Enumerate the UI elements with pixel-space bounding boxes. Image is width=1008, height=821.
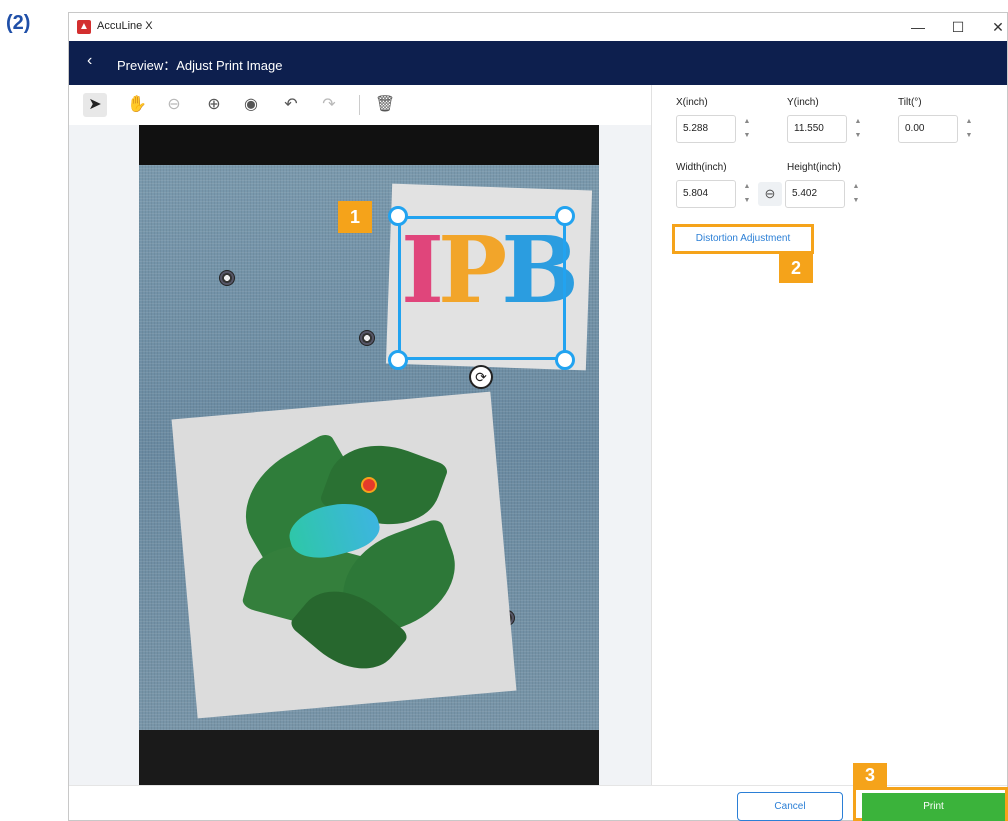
decrement-icon[interactable]: ▼: [738, 129, 756, 143]
increment-icon[interactable]: ▲: [738, 180, 756, 194]
redo-icon[interactable]: ↷: [317, 93, 341, 117]
undo-icon[interactable]: ↶: [279, 93, 303, 117]
x-label: X(inch): [676, 97, 708, 108]
tilt-input[interactable]: 0.00: [898, 115, 958, 143]
y-input[interactable]: 11.550: [787, 115, 847, 143]
page-header: ‹ Preview：Adjust Print Image: [69, 41, 1007, 85]
minimize-button[interactable]: —: [903, 16, 933, 38]
app-window: ▲ AccuLine X — ☐ ✕ ‹ Preview：Adjust Prin…: [68, 12, 1008, 821]
bed-screw: [359, 330, 375, 346]
callout-marker-2: 2: [779, 253, 813, 283]
increment-icon[interactable]: ▲: [847, 180, 865, 194]
bed-top-edge: [139, 125, 599, 165]
title-bar: ▲ AccuLine X — ☐ ✕: [69, 13, 1007, 41]
maximize-button[interactable]: ☐: [943, 16, 973, 38]
height-stepper[interactable]: ▲ ▼: [847, 180, 865, 208]
bed-screw: [219, 270, 235, 286]
height-label: Height(inch): [787, 162, 841, 173]
app-title: AccuLine X: [97, 20, 153, 32]
increment-icon[interactable]: ▲: [960, 115, 978, 129]
canvas-toolbar: ➤ ✋ ⊖ ⊕ ◉ ↶ ↷ 🗑: [69, 85, 651, 125]
resize-handle-top-right[interactable]: [555, 206, 575, 226]
app-logo-icon: ▲: [77, 20, 91, 34]
close-button[interactable]: ✕: [983, 16, 1007, 38]
print-button[interactable]: Print: [862, 793, 1005, 821]
print-button-highlight: Print: [853, 787, 1008, 821]
resize-handle-top-left[interactable]: [388, 206, 408, 226]
toolbar-divider: [359, 95, 360, 115]
step-number-label: (2): [6, 12, 31, 34]
pan-hand-icon[interactable]: ✋: [125, 93, 149, 117]
increment-icon[interactable]: ▲: [738, 115, 756, 129]
height-input[interactable]: 5.402: [785, 180, 845, 208]
y-stepper[interactable]: ▲ ▼: [849, 115, 867, 143]
width-label: Width(inch): [676, 162, 727, 173]
y-label: Y(inch): [787, 97, 819, 108]
decrement-icon[interactable]: ▼: [849, 129, 867, 143]
selection-box[interactable]: [398, 216, 566, 360]
decrement-icon[interactable]: ▼: [847, 194, 865, 208]
width-stepper[interactable]: ▲ ▼: [738, 180, 756, 208]
width-input[interactable]: 5.804: [676, 180, 736, 208]
page-title: Preview：Adjust Print Image: [117, 58, 283, 73]
tilt-stepper[interactable]: ▲ ▼: [960, 115, 978, 143]
increment-icon[interactable]: ▲: [849, 115, 867, 129]
delete-trash-icon[interactable]: 🗑: [373, 93, 397, 117]
x-input[interactable]: 5.288: [676, 115, 736, 143]
cancel-button[interactable]: Cancel: [737, 792, 843, 821]
resize-handle-bottom-left[interactable]: [388, 350, 408, 370]
callout-marker-1: 1: [338, 201, 372, 233]
bed-bottom-edge: [139, 730, 599, 785]
rotate-icon[interactable]: ⟳: [469, 365, 493, 389]
select-tool-icon[interactable]: ➤: [83, 93, 107, 117]
zoom-in-icon[interactable]: ⊕: [202, 93, 226, 117]
frog-eye: [361, 477, 377, 493]
zoom-out-icon[interactable]: ⊖: [162, 93, 186, 117]
preview-eye-icon[interactable]: ◉: [239, 93, 263, 117]
decrement-icon[interactable]: ▼: [738, 194, 756, 208]
back-arrow-icon[interactable]: ‹: [87, 52, 92, 70]
link-aspect-ratio-icon[interactable]: ⊖: [758, 182, 782, 206]
decrement-icon[interactable]: ▼: [960, 129, 978, 143]
distortion-adjustment-button[interactable]: Distortion Adjustment: [672, 224, 814, 254]
resize-handle-bottom-right[interactable]: [555, 350, 575, 370]
x-stepper[interactable]: ▲ ▼: [738, 115, 756, 143]
callout-marker-3: 3: [853, 763, 887, 787]
tilt-label: Tilt(°): [898, 97, 922, 108]
